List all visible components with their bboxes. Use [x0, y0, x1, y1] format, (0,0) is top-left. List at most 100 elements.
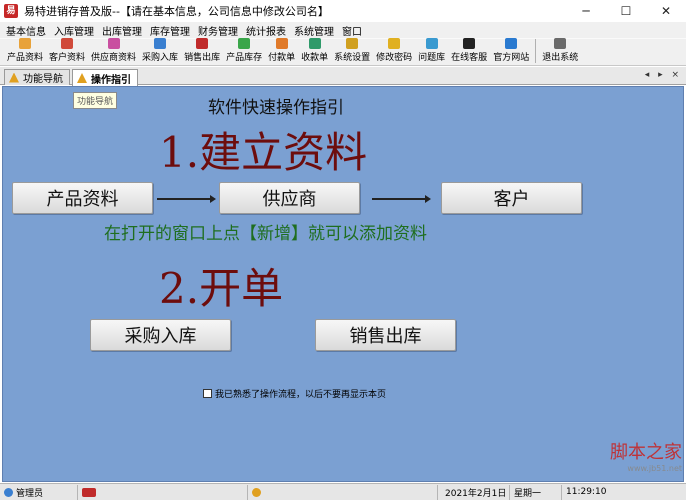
toolbar-password-button[interactable]: 修改密码 [373, 38, 415, 65]
menu-bar: 基本信息 入库管理 出库管理 库存管理 财务管理 统计报表 系统管理 窗口 [0, 22, 686, 38]
sales-outbound-button[interactable]: 销售出库 [315, 319, 456, 351]
faq-icon [425, 38, 438, 49]
toolbar-customer-button[interactable]: 客户资料 [46, 38, 88, 65]
maximize-button[interactable]: ☐ [606, 0, 646, 22]
status-weekday: 星期一 [510, 484, 562, 500]
payment-icon [275, 38, 288, 49]
tab-icon [9, 72, 19, 83]
status-user: 管理员 [0, 484, 78, 500]
flow-arrow [157, 195, 216, 203]
toolbar-label: 采购入库 [142, 53, 179, 63]
menu-inventory[interactable]: 库存管理 [146, 23, 194, 38]
customer-button[interactable]: 客户 [441, 182, 582, 214]
toolbar-purchase-button[interactable]: 采购入库 [139, 38, 181, 65]
toolbar-product-button[interactable]: 产品资料 [4, 38, 46, 65]
toolbar-label: 收款单 [301, 53, 329, 63]
customer-icon [61, 38, 74, 49]
message-icon [252, 487, 261, 497]
toolbar-website-button[interactable]: 官方网站 [490, 38, 532, 65]
sales-icon [196, 38, 209, 49]
toolbar-faq-button[interactable]: 问题库 [415, 38, 448, 65]
status-time: 11:29:10 [562, 485, 632, 500]
menu-inbound[interactable]: 入库管理 [50, 23, 98, 38]
window-controls: ─ ☐ ✕ [566, 0, 686, 22]
menu-outbound[interactable]: 出库管理 [98, 23, 146, 38]
dont-show-label: 我已熟悉了操作流程，以后不要再显示本页 [215, 390, 387, 400]
toolbar-label: 系统设置 [334, 53, 371, 63]
watermark-url: www.jb51.net [627, 464, 682, 473]
menu-system[interactable]: 系统管理 [290, 23, 338, 38]
status-time-label: 11:29:10 [566, 487, 607, 497]
tab-nav-controls[interactable]: ◂ ▸ × [645, 70, 682, 80]
status-date-label: 2021年2月1日 [445, 488, 507, 499]
status-notice [78, 484, 248, 500]
step2-heading: 2.开单 [159, 264, 284, 313]
toolbar-supplier-button[interactable]: 供应商资料 [88, 38, 139, 65]
hint-text: 在打开的窗口上点【新增】就可以添加资料 [104, 224, 427, 244]
toolbar-receipt-button[interactable]: 收款单 [298, 38, 331, 65]
toolbar-sales-button[interactable]: 销售出库 [181, 38, 223, 65]
toolbar: 产品资料 客户资料 供应商资料 采购入库 销售出库 产品库存 付款单 收款单 系… [0, 38, 686, 66]
toolbar-label: 在线客服 [451, 53, 488, 63]
receipt-icon [308, 38, 321, 49]
tab-label: 功能导航 [23, 74, 63, 85]
settings-icon [346, 38, 359, 49]
toolbar-label: 销售出库 [184, 53, 221, 63]
dont-show-again[interactable]: 我已熟悉了操作流程，以后不要再显示本页 [203, 387, 386, 400]
status-date: 2021年2月1日 [438, 484, 510, 500]
toolbar-inventory-button[interactable]: 产品库存 [223, 38, 265, 65]
close-button[interactable]: ✕ [646, 0, 686, 22]
toolbar-label: 客户资料 [49, 53, 86, 63]
exit-icon [554, 38, 567, 49]
watermark-text: 脚本之家 [610, 442, 682, 463]
tab-strip: 功能导航 操作指引 ◂ ▸ × [0, 67, 686, 86]
toolbar-support-button[interactable]: 在线客服 [448, 38, 490, 65]
menu-finance[interactable]: 财务管理 [194, 23, 242, 38]
status-message [248, 484, 438, 500]
tooltip: 功能导航 [73, 92, 118, 109]
flow-arrow [372, 195, 431, 203]
toolbar-label: 修改密码 [376, 53, 413, 63]
minimize-button[interactable]: ─ [566, 0, 606, 22]
supplier-button[interactable]: 供应商 [219, 182, 360, 214]
user-icon [4, 487, 13, 497]
status-bar: 管理员 2021年2月1日 星期一 11:29:10 [0, 483, 686, 500]
toolbar-label: 产品库存 [226, 53, 263, 63]
watermark: 脚本之家 www.jb51.net [610, 438, 682, 473]
inventory-icon [238, 38, 251, 49]
toolbar-label: 付款单 [268, 53, 296, 63]
toolbar-payment-button[interactable]: 付款单 [265, 38, 298, 65]
guide-title: 软件快速操作指引 [208, 98, 344, 118]
window-title: 易特进销存普及版--【请在基本信息，公司信息中修改公司名】 [24, 5, 329, 18]
ie-icon [505, 38, 518, 49]
toolbar-separator [535, 39, 537, 63]
dont-show-checkbox[interactable] [203, 389, 212, 398]
title-bar: 易 易特进销存普及版--【请在基本信息，公司信息中修改公司名】 ─ ☐ ✕ [0, 0, 686, 22]
notice-icon [82, 487, 96, 497]
product-icon [19, 38, 31, 49]
toolbar-label: 官方网站 [493, 53, 530, 63]
menu-reports[interactable]: 统计报表 [242, 23, 290, 38]
purchase-inbound-button[interactable]: 采购入库 [90, 319, 231, 351]
tab-icon [77, 73, 87, 83]
status-weekday-label: 星期一 [514, 488, 542, 499]
menu-window[interactable]: 窗口 [338, 23, 366, 38]
toolbar-label: 供应商资料 [91, 53, 137, 63]
supplier-icon [107, 38, 120, 49]
guide-panel: 功能导航 软件快速操作指引 1.建立资料 产品资料 供应商 客户 在打开的窗口上… [2, 86, 684, 482]
toolbar-exit-button[interactable]: 退出系统 [539, 38, 581, 65]
tab-operation-guide[interactable]: 操作指引 [72, 69, 138, 86]
tab-function-nav[interactable]: 功能导航 [4, 69, 70, 85]
toolbar-settings-button[interactable]: 系统设置 [331, 38, 373, 65]
status-user-label: 管理员 [16, 488, 44, 499]
tab-label: 操作指引 [91, 74, 131, 86]
purchase-icon [154, 38, 167, 49]
toolbar-label: 退出系统 [542, 53, 579, 63]
step1-heading: 1.建立资料 [159, 128, 368, 177]
key-icon [388, 38, 401, 49]
app-icon: 易 [4, 4, 18, 18]
menu-basic-info[interactable]: 基本信息 [2, 23, 50, 38]
product-info-button[interactable]: 产品资料 [12, 182, 153, 214]
qq-icon [463, 38, 476, 49]
toolbar-label: 产品资料 [7, 53, 44, 63]
